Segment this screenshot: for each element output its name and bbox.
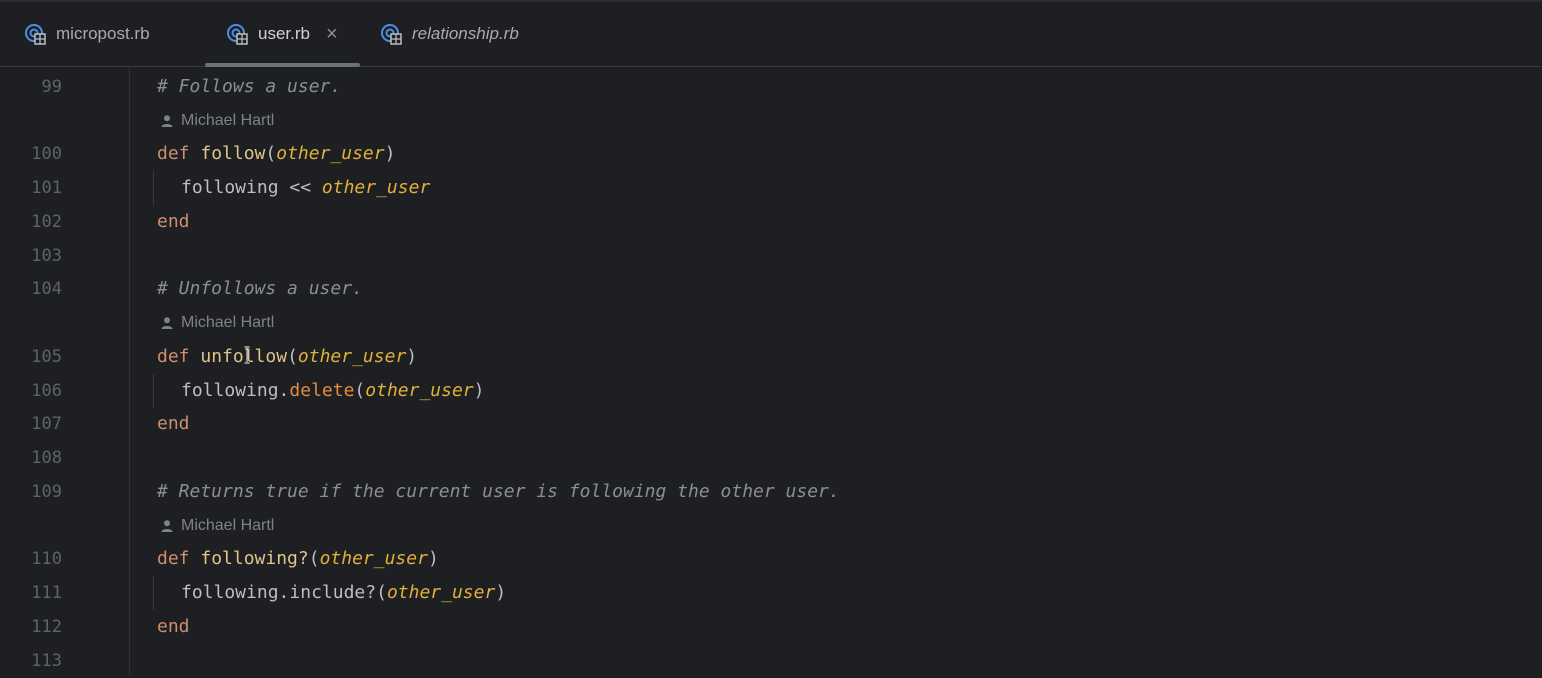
close-icon[interactable]: × bbox=[326, 24, 338, 44]
line-number: 99 bbox=[41, 77, 62, 97]
code-line: 105 def unfollow(other_user) bbox=[0, 340, 1542, 374]
paren: ) bbox=[427, 548, 439, 569]
keyword: def bbox=[157, 548, 190, 569]
author-name: Michael Hartl bbox=[181, 112, 275, 129]
text-cursor-icon bbox=[244, 346, 250, 364]
person-icon bbox=[161, 115, 173, 127]
paren: ( bbox=[376, 582, 387, 603]
method-call: include? bbox=[289, 582, 377, 603]
code-text: following.delete(other_user) bbox=[181, 374, 484, 408]
code-line: 102 end bbox=[0, 205, 1542, 239]
code-line: 103 bbox=[0, 239, 1542, 273]
paren: ( bbox=[287, 346, 298, 367]
keyword: end bbox=[157, 413, 190, 434]
tab-user[interactable]: user.rb × bbox=[226, 2, 338, 66]
person-icon bbox=[161, 520, 173, 532]
tab-bar: micropost.rb user.rb × relationship.rb bbox=[0, 2, 1542, 67]
operator: << bbox=[278, 177, 322, 198]
code-line: 108 bbox=[0, 441, 1542, 475]
code-text: following << other_user bbox=[181, 171, 430, 205]
parameter: other_user bbox=[386, 582, 496, 603]
comment: # Unfollows a user. bbox=[157, 278, 363, 299]
code-text: def following?(other_user) bbox=[157, 542, 439, 576]
dot: . bbox=[278, 582, 290, 603]
parameter: other_user bbox=[319, 548, 428, 569]
code-line: 111 following.include?(other_user) bbox=[0, 576, 1542, 610]
tab-label: relationship.rb bbox=[412, 24, 519, 43]
person-icon bbox=[161, 317, 173, 329]
comment: # Follows a user. bbox=[157, 76, 342, 97]
author-annotation[interactable]: Michael Hartl bbox=[160, 509, 274, 543]
line-number: 106 bbox=[31, 381, 62, 401]
function-name: follow bbox=[200, 143, 266, 164]
author-name: Michael Hartl bbox=[181, 517, 275, 534]
paren: ( bbox=[265, 143, 277, 164]
author-name: Michael Hartl bbox=[181, 314, 275, 331]
parameter: other_user bbox=[321, 177, 431, 198]
identifier: following bbox=[181, 177, 279, 198]
code-text: def follow(other_user) bbox=[157, 137, 395, 171]
line-number: 113 bbox=[31, 651, 62, 671]
keyword: def bbox=[157, 346, 190, 367]
code-line: 110 def following?(other_user) bbox=[0, 542, 1542, 576]
identifier: following bbox=[181, 380, 279, 401]
editor-window: micropost.rb user.rb × relationship.rb 9… bbox=[0, 0, 1542, 676]
line-number: 107 bbox=[31, 414, 62, 434]
code-line: 112 end bbox=[0, 610, 1542, 644]
indent-guide bbox=[153, 576, 154, 610]
parameter: other_user bbox=[276, 143, 385, 164]
line-number: 100 bbox=[31, 144, 62, 164]
line-number: 102 bbox=[31, 212, 62, 232]
ruby-file-icon bbox=[25, 24, 46, 45]
paren: ) bbox=[384, 143, 396, 164]
method-call: delete bbox=[289, 380, 355, 401]
line-number: 110 bbox=[31, 549, 62, 569]
code-line: 99 # Follows a user. bbox=[0, 70, 1542, 104]
ruby-file-icon bbox=[381, 24, 402, 45]
author-annotation[interactable]: Michael Hartl bbox=[160, 104, 274, 138]
code-text: following.include?(other_user) bbox=[181, 576, 506, 610]
tab-micropost[interactable]: micropost.rb bbox=[24, 2, 150, 66]
code-line: 107 end bbox=[0, 407, 1542, 441]
paren: ) bbox=[406, 346, 418, 367]
function-name: following? bbox=[200, 548, 309, 569]
paren: ) bbox=[495, 582, 507, 603]
keyword: def bbox=[157, 143, 190, 164]
indent-guide bbox=[153, 374, 154, 408]
code-text: def unfollow(other_user) bbox=[157, 340, 417, 374]
code-line: 109 # Returns true if the current user i… bbox=[0, 475, 1542, 509]
author-annotation[interactable]: Michael Hartl bbox=[160, 306, 274, 340]
paren: ( bbox=[354, 380, 366, 401]
ruby-file-icon bbox=[227, 24, 248, 45]
code-line: 100 def follow(other_user) bbox=[0, 137, 1542, 171]
paren: ( bbox=[308, 548, 320, 569]
keyword: end bbox=[157, 211, 190, 232]
line-number: 111 bbox=[31, 583, 62, 603]
keyword: end bbox=[157, 616, 190, 637]
code-line: 106 following.delete(other_user) bbox=[0, 374, 1542, 408]
tab-label: micropost.rb bbox=[56, 24, 150, 43]
code-line: 104 # Unfollows a user. bbox=[0, 272, 1542, 306]
tab-relationship[interactable]: relationship.rb bbox=[380, 2, 519, 66]
parameter: other_user bbox=[365, 380, 474, 401]
line-number: 108 bbox=[31, 448, 62, 468]
line-number: 103 bbox=[31, 246, 62, 266]
line-number: 112 bbox=[31, 617, 62, 637]
line-number: 104 bbox=[31, 279, 62, 299]
line-number: 109 bbox=[31, 482, 62, 502]
parameter: other_user bbox=[297, 346, 407, 367]
paren: ) bbox=[473, 380, 485, 401]
tab-label: user.rb bbox=[258, 24, 310, 43]
line-number: 101 bbox=[31, 178, 62, 198]
code-line: 113 bbox=[0, 644, 1542, 678]
line-number: 105 bbox=[31, 347, 62, 367]
code-line: 101 following << other_user bbox=[0, 171, 1542, 205]
identifier: following bbox=[181, 582, 279, 603]
code-editor[interactable]: 99 # Follows a user. Michael Hartl 100 d… bbox=[0, 67, 1542, 676]
indent-guide bbox=[153, 171, 154, 205]
comment: # Returns true if the current user is fo… bbox=[157, 481, 840, 502]
dot: . bbox=[278, 380, 290, 401]
